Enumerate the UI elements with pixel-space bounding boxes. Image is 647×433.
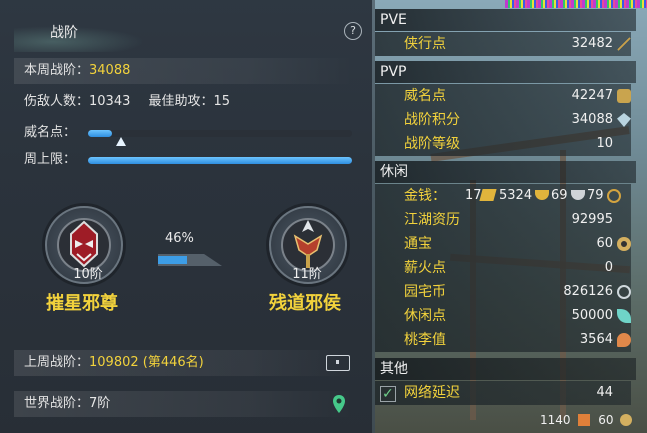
title-decoration bbox=[14, 26, 144, 52]
current-rank-name: 摧星邪尊 bbox=[46, 293, 118, 314]
row-latency: 网络延迟 44 bbox=[375, 381, 631, 406]
row-value: 3564 bbox=[579, 332, 613, 347]
bottom-value-2: 60 bbox=[598, 413, 614, 427]
flag-icon[interactable] bbox=[578, 414, 591, 426]
stats-row: 伤敌人数：10343 最佳助攻：15 bbox=[14, 89, 354, 115]
row-value: 826126 bbox=[563, 284, 613, 299]
assist-value: 15 bbox=[213, 94, 231, 109]
row-label: 园宅币 bbox=[404, 284, 446, 300]
rank-progress-bar bbox=[158, 254, 222, 266]
row-xiaxing: 侠行点 32482 bbox=[375, 32, 631, 56]
chest-icon[interactable] bbox=[326, 355, 350, 371]
row-label: 江湖资历 bbox=[404, 212, 460, 228]
money-silver: 69 bbox=[551, 188, 568, 203]
weekly-cap-label: 周上限： bbox=[24, 152, 77, 167]
row-value: 60 bbox=[596, 236, 613, 251]
world-rank-row: 世界战阶：7阶 bbox=[14, 391, 354, 417]
row-value: 34088 bbox=[571, 112, 613, 127]
section-leisure: 休闲 bbox=[375, 161, 636, 183]
row-value: 10 bbox=[596, 136, 613, 151]
kills-value: 10343 bbox=[89, 94, 131, 109]
money-gold-bar: 17 bbox=[465, 188, 482, 203]
row-rank-level: 战阶等级 10 bbox=[375, 132, 631, 156]
row-label: 网络延迟 bbox=[404, 385, 460, 401]
week-rank-row: 本周战阶：34088 bbox=[14, 58, 354, 84]
bottom-status-row: 1140 60 bbox=[540, 409, 647, 431]
latency-checkbox[interactable] bbox=[380, 382, 396, 406]
row-xinhuo: 薪火点 0 bbox=[375, 256, 631, 280]
row-leisure-points: 休闲点 50000 bbox=[375, 304, 631, 328]
row-tongbao: 通宝 60 bbox=[375, 232, 631, 256]
currency-panel: PVE 侠行点 32482 PVP 威名点 42247 战阶积分 34088 战… bbox=[375, 0, 647, 433]
row-value: 50000 bbox=[571, 308, 613, 323]
silver-ingot-icon bbox=[571, 190, 585, 200]
row-label: 薪火点 bbox=[404, 260, 446, 276]
leaf-icon bbox=[617, 309, 631, 323]
week-rank-label: 本周战阶： bbox=[24, 63, 90, 78]
row-label: 通宝 bbox=[404, 236, 432, 252]
row-label: 侠行点 bbox=[404, 36, 446, 52]
last-week-value: 109802 (第446名) bbox=[89, 355, 204, 370]
world-rank-value: 7阶 bbox=[89, 396, 111, 411]
section-other: 其他 bbox=[375, 358, 636, 380]
coin-icon bbox=[617, 237, 631, 251]
section-pve: PVE bbox=[375, 9, 636, 31]
crystal-icon bbox=[617, 113, 631, 127]
weekly-cap-bar bbox=[88, 157, 352, 164]
row-value: 44 bbox=[596, 385, 613, 400]
rank-progress-text: 46% bbox=[165, 231, 194, 246]
assist-label: 最佳助攻： bbox=[148, 94, 214, 109]
row-label: 金钱： bbox=[404, 188, 446, 204]
house-coin-icon bbox=[617, 285, 631, 299]
last-week-row: 上周战阶：109802 (第446名) bbox=[14, 350, 354, 376]
row-label: 桃李值 bbox=[404, 332, 446, 348]
sword-icon bbox=[617, 37, 631, 51]
row-money: 金钱： 17 5324 69 79 bbox=[375, 184, 631, 208]
row-value: 0 bbox=[604, 260, 613, 275]
row-taoli: 桃李值 3564 bbox=[375, 328, 631, 352]
money-copper: 79 bbox=[587, 188, 604, 203]
mask-icon bbox=[617, 89, 631, 103]
help-icon[interactable]: ? bbox=[344, 22, 362, 40]
battle-rank-panel: 战阶 ? 本周战阶：34088 伤敌人数：10343 最佳助攻：15 威名点： … bbox=[0, 0, 372, 433]
row-seniority: 江湖资历 92995 bbox=[375, 208, 631, 232]
next-rank-name: 残道邪侯 bbox=[269, 293, 341, 314]
row-rank-score: 战阶积分 34088 bbox=[375, 108, 631, 132]
row-value: 42247 bbox=[571, 88, 613, 103]
row-label: 威名点 bbox=[404, 88, 446, 104]
row-house-coin: 园宅币 826126 bbox=[375, 280, 631, 304]
rank-progress-fill bbox=[158, 256, 188, 264]
prestige-label: 威名点： bbox=[24, 125, 77, 140]
coin-icon bbox=[620, 414, 633, 426]
prestige-bar-fill bbox=[88, 130, 112, 137]
world-rank-label: 世界战阶： bbox=[24, 396, 90, 411]
current-rank-level: 10阶 bbox=[73, 267, 103, 282]
weekly-cap-bar-fill bbox=[88, 157, 352, 164]
money-gold: 5324 bbox=[499, 188, 533, 203]
copper-coin-icon bbox=[607, 189, 621, 203]
next-rank-level: 11阶 bbox=[292, 267, 322, 282]
peach-icon bbox=[617, 333, 631, 347]
gold-ingot-icon bbox=[535, 190, 549, 200]
kills-label: 伤敌人数： bbox=[24, 94, 90, 109]
location-pin-icon[interactable] bbox=[332, 394, 346, 414]
week-rank-value: 34088 bbox=[89, 63, 131, 78]
row-label: 战阶积分 bbox=[404, 112, 460, 128]
panel-title: 战阶 bbox=[50, 25, 78, 41]
bottom-value-1: 1140 bbox=[540, 413, 571, 427]
row-prestige: 威名点 42247 bbox=[375, 84, 631, 108]
prestige-bar bbox=[88, 130, 352, 137]
prestige-marker-icon bbox=[115, 137, 126, 146]
section-pvp: PVP bbox=[375, 61, 636, 83]
row-value: 32482 bbox=[571, 36, 613, 51]
last-week-label: 上周战阶： bbox=[24, 355, 90, 370]
row-label: 战阶等级 bbox=[404, 136, 460, 152]
row-label: 休闲点 bbox=[404, 308, 446, 324]
row-value: 92995 bbox=[571, 212, 613, 227]
gold-bar-icon bbox=[479, 189, 497, 201]
